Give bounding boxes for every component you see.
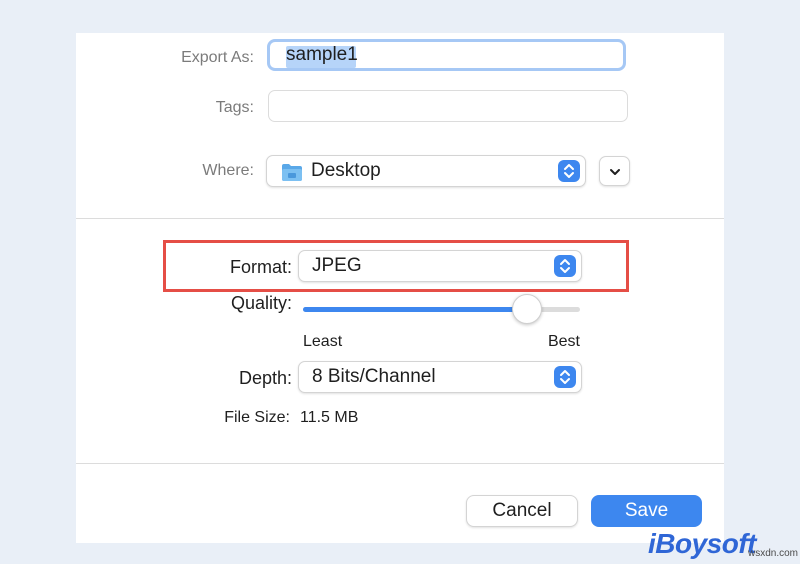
tags-input[interactable] bbox=[269, 91, 627, 121]
quality-slider-knob[interactable] bbox=[512, 294, 543, 324]
format-label: Format: bbox=[229, 257, 292, 277]
tags-label: Tags: bbox=[215, 99, 254, 116]
format-popup[interactable]: JPEG bbox=[298, 250, 582, 282]
where-value: Desktop bbox=[311, 160, 381, 181]
depth-stepper-icon bbox=[554, 366, 576, 388]
quality-label: Quality: bbox=[230, 293, 292, 313]
where-label: Where: bbox=[202, 162, 254, 179]
site-watermark: wsxdn.com bbox=[748, 548, 799, 559]
format-value: JPEG bbox=[312, 255, 362, 276]
export-as-field[interactable] bbox=[267, 39, 626, 71]
depth-value: 8 Bits/Channel bbox=[312, 366, 436, 387]
folder-icon bbox=[282, 164, 302, 181]
export-dialog: Export As: Tags: Where: Desktop Format: bbox=[76, 33, 724, 543]
section-divider-bottom bbox=[76, 463, 724, 464]
iboysoft-watermark: iBoysoft bbox=[648, 528, 757, 559]
where-stepper-icon bbox=[558, 160, 580, 182]
format-stepper-icon bbox=[554, 255, 576, 277]
export-as-input[interactable] bbox=[270, 42, 623, 68]
file-size-value: 11.5 MB bbox=[300, 409, 359, 426]
chevron-down-icon bbox=[610, 169, 620, 175]
cancel-button[interactable]: Cancel bbox=[466, 495, 578, 527]
depth-popup[interactable]: 8 Bits/Channel bbox=[298, 361, 582, 393]
quality-min-label: Least bbox=[303, 333, 343, 350]
quality-slider-fill bbox=[303, 307, 528, 312]
save-button[interactable]: Save bbox=[591, 495, 702, 527]
where-popup[interactable]: Desktop bbox=[266, 155, 586, 187]
expand-button[interactable] bbox=[599, 156, 630, 186]
quality-max-label: Best bbox=[547, 333, 580, 350]
section-divider-top bbox=[76, 218, 724, 219]
file-size-label: File Size: bbox=[224, 409, 290, 426]
depth-label: Depth: bbox=[238, 368, 292, 388]
quality-slider[interactable] bbox=[303, 294, 580, 324]
export-as-label: Export As: bbox=[181, 49, 254, 66]
tags-field[interactable] bbox=[268, 90, 628, 122]
